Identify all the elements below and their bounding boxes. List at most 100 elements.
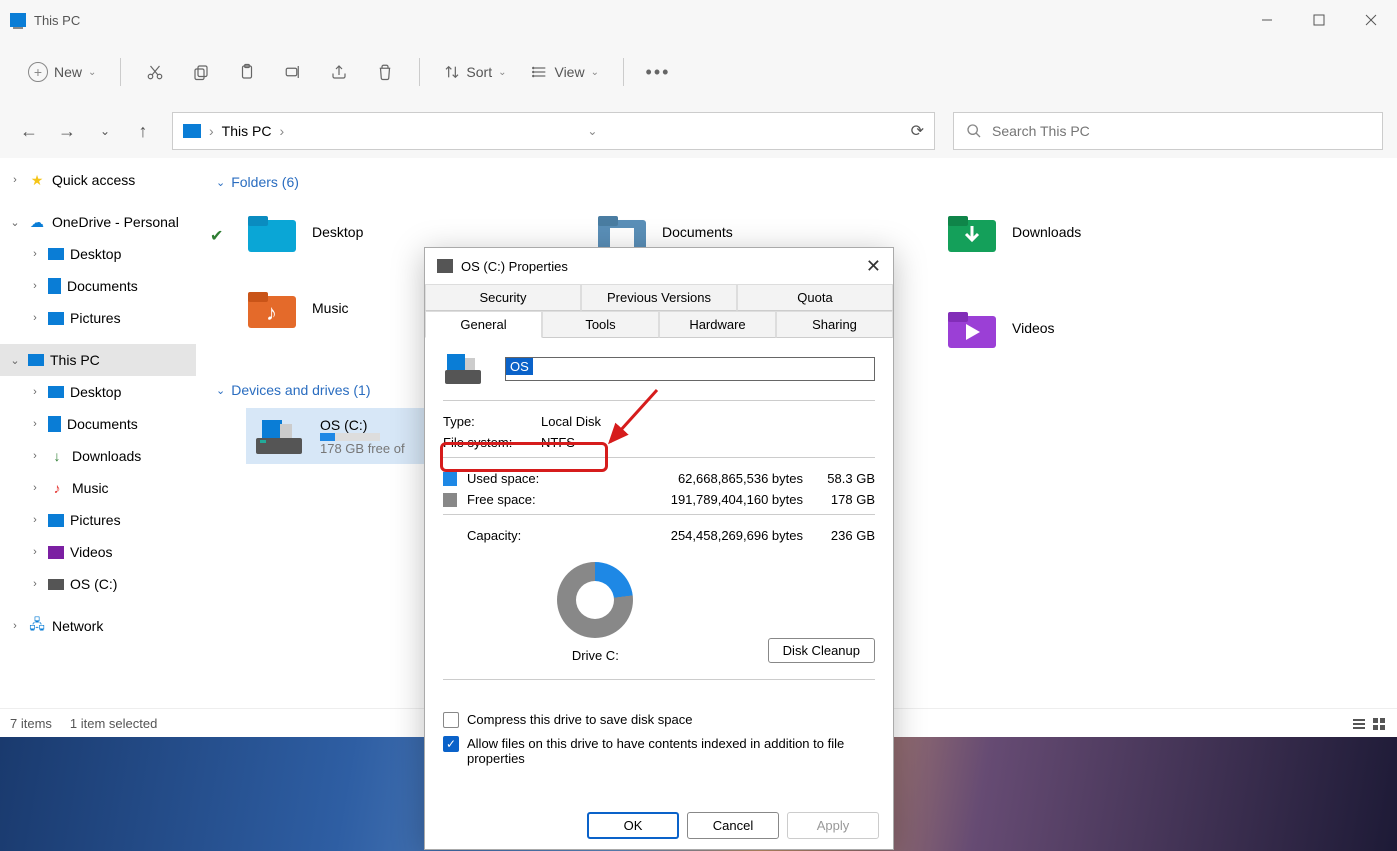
folder-label: Documents bbox=[662, 224, 733, 240]
up-button[interactable]: ↑ bbox=[128, 116, 158, 146]
disk-cleanup-button[interactable]: Disk Cleanup bbox=[768, 638, 875, 663]
dialog-titlebar[interactable]: OS (C:) Properties ✕ bbox=[425, 248, 893, 284]
toolbar: + New ⌄ Sort ⌄ View ⌄ ••• bbox=[0, 40, 1397, 104]
refresh-button[interactable]: ⟳ bbox=[911, 121, 924, 141]
view-button[interactable]: View ⌄ bbox=[520, 54, 610, 90]
cloud-icon: ☁ bbox=[28, 213, 46, 231]
this-pc-icon bbox=[28, 354, 44, 366]
delete-button[interactable] bbox=[363, 50, 407, 94]
sidebar-item-downloads[interactable]: ›↓Downloads bbox=[0, 440, 196, 472]
search-icon bbox=[966, 123, 982, 139]
sidebar-label: OneDrive - Personal bbox=[52, 214, 179, 230]
more-button[interactable]: ••• bbox=[636, 50, 680, 94]
sidebar-item-documents[interactable]: ›Documents bbox=[0, 408, 196, 440]
maximize-button[interactable] bbox=[1293, 0, 1345, 40]
minimize-button[interactable] bbox=[1241, 0, 1293, 40]
drive-name-value: OS bbox=[506, 358, 533, 375]
sidebar-item-pictures[interactable]: ›Pictures bbox=[0, 504, 196, 536]
toolbar-divider bbox=[120, 58, 121, 86]
folder-icon bbox=[246, 210, 298, 254]
dialog-title: OS (C:) Properties bbox=[461, 259, 568, 274]
folder-label: Videos bbox=[1012, 320, 1055, 336]
sidebar-item-os-drive[interactable]: ›OS (C:) bbox=[0, 568, 196, 600]
chevron-right-icon: › bbox=[279, 123, 284, 139]
address-dropdown[interactable]: ⌄ bbox=[587, 124, 597, 138]
search-box[interactable] bbox=[953, 112, 1383, 150]
sort-button[interactable]: Sort ⌄ bbox=[432, 54, 518, 90]
cut-button[interactable] bbox=[133, 50, 177, 94]
tab-general[interactable]: General bbox=[425, 311, 542, 338]
free-label: Free space: bbox=[467, 492, 536, 507]
drive-name-input[interactable]: OS bbox=[505, 357, 875, 381]
close-button[interactable] bbox=[1345, 0, 1397, 40]
sidebar-label: Pictures bbox=[70, 512, 121, 528]
sidebar-label: OS (C:) bbox=[70, 576, 117, 592]
apply-button[interactable]: Apply bbox=[787, 812, 879, 839]
capacity-gb: 236 GB bbox=[803, 528, 875, 543]
pictures-icon bbox=[48, 312, 64, 325]
annotation-arrow bbox=[602, 388, 662, 448]
search-input[interactable] bbox=[992, 123, 1370, 139]
free-gb: 178 GB bbox=[803, 492, 875, 507]
close-button[interactable]: ✕ bbox=[866, 256, 881, 277]
folder-downloads[interactable]: Downloads bbox=[946, 204, 1276, 260]
desktop-icon bbox=[48, 248, 64, 260]
cancel-button[interactable]: Cancel bbox=[687, 812, 779, 839]
type-label: Type: bbox=[443, 414, 541, 429]
sidebar-item-network[interactable]: ›🖧Network bbox=[0, 610, 196, 642]
folder-videos[interactable]: Videos bbox=[946, 300, 1276, 356]
sidebar-item-videos[interactable]: ›Videos bbox=[0, 536, 196, 568]
compress-checkbox[interactable] bbox=[443, 712, 459, 728]
address-row: ← → ⌄ ↑ › This PC › ⌄ ⟳ bbox=[0, 104, 1397, 158]
videos-icon bbox=[48, 546, 64, 559]
sidebar-item-quick-access[interactable]: ›★Quick access bbox=[0, 164, 196, 196]
tab-quota[interactable]: Quota bbox=[737, 284, 893, 311]
sidebar-label: Desktop bbox=[70, 384, 121, 400]
sidebar-item-desktop[interactable]: ›Desktop bbox=[0, 238, 196, 270]
tab-previous-versions[interactable]: Previous Versions bbox=[581, 284, 737, 311]
back-button[interactable]: ← bbox=[14, 116, 44, 146]
tab-sharing[interactable]: Sharing bbox=[776, 311, 893, 338]
star-icon: ★ bbox=[28, 171, 46, 189]
share-button[interactable] bbox=[317, 50, 361, 94]
folder-label: Desktop bbox=[312, 224, 363, 240]
breadcrumb-location[interactable]: This PC bbox=[222, 123, 272, 139]
sidebar-label: This PC bbox=[50, 352, 100, 368]
sidebar-item-this-pc[interactable]: ⌄This PC bbox=[0, 344, 196, 376]
sidebar-item-desktop[interactable]: ›Desktop bbox=[0, 376, 196, 408]
folders-group-header[interactable]: ⌄Folders (6) bbox=[216, 168, 1377, 196]
sync-ok-icon: ✔ bbox=[210, 226, 223, 246]
documents-icon bbox=[48, 278, 61, 294]
tab-security[interactable]: Security bbox=[425, 284, 581, 311]
tab-tools[interactable]: Tools bbox=[542, 311, 659, 338]
item-count: 7 items bbox=[10, 716, 52, 731]
recent-dropdown[interactable]: ⌄ bbox=[90, 116, 120, 146]
free-swatch bbox=[443, 493, 457, 507]
sidebar-label: Desktop bbox=[70, 246, 121, 262]
tab-hardware[interactable]: Hardware bbox=[659, 311, 776, 338]
forward-button[interactable]: → bbox=[52, 116, 82, 146]
index-checkbox[interactable]: ✓ bbox=[443, 736, 459, 752]
ok-button[interactable]: OK bbox=[587, 812, 679, 839]
thumbnails-view-button[interactable] bbox=[1371, 716, 1387, 732]
drive-c-label: Drive C: bbox=[572, 648, 619, 663]
details-view-button[interactable] bbox=[1351, 716, 1367, 732]
index-label: Allow files on this drive to have conten… bbox=[467, 736, 847, 766]
chevron-down-icon: ⌄ bbox=[88, 67, 96, 78]
sidebar-label: Quick access bbox=[52, 172, 135, 188]
view-label: View bbox=[554, 64, 584, 80]
this-pc-icon bbox=[10, 13, 26, 27]
rename-button[interactable] bbox=[271, 50, 315, 94]
window-title: This PC bbox=[34, 13, 80, 28]
sidebar-item-documents[interactable]: ›Documents bbox=[0, 270, 196, 302]
properties-dialog: OS (C:) Properties ✕ Security Previous V… bbox=[424, 247, 894, 850]
sidebar-item-music[interactable]: ›♪Music bbox=[0, 472, 196, 504]
new-button[interactable]: + New ⌄ bbox=[16, 54, 108, 90]
paste-button[interactable] bbox=[225, 50, 269, 94]
sidebar-item-pictures[interactable]: ›Pictures bbox=[0, 302, 196, 334]
sidebar-item-onedrive[interactable]: ⌄☁OneDrive - Personal bbox=[0, 206, 196, 238]
copy-button[interactable] bbox=[179, 50, 223, 94]
address-bar[interactable]: › This PC › ⌄ ⟳ bbox=[172, 112, 935, 150]
group-header-label: Folders (6) bbox=[231, 174, 299, 190]
used-gb: 58.3 GB bbox=[803, 471, 875, 486]
